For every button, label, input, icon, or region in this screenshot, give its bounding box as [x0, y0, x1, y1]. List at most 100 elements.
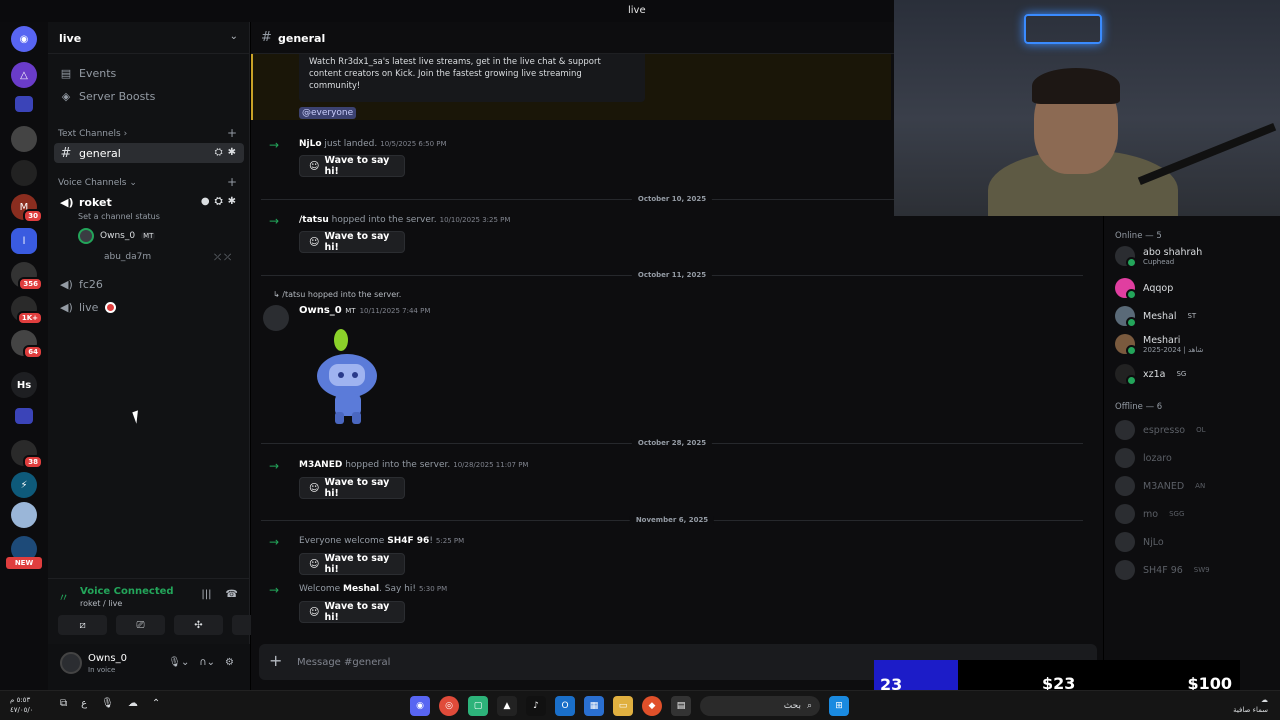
member-item[interactable]: mo SGG — [1115, 504, 1184, 524]
screen-share-button[interactable]: ⎚ — [116, 615, 165, 635]
wave-button[interactable]: ☺ Wave to say hi! — [299, 553, 405, 575]
invite-icon[interactable]: ⛭ — [215, 147, 223, 158]
server-hs[interactable]: Hs — [11, 372, 37, 398]
add-channel-icon[interactable]: + — [227, 126, 237, 140]
file-explorer-icon[interactable]: ▭ — [613, 696, 633, 716]
voice-user[interactable]: Owns_0 MT — [78, 228, 156, 244]
wave-button[interactable]: ☺ Wave to say hi! — [299, 477, 405, 499]
sidebar-item-events[interactable]: ▤ Events — [54, 63, 244, 83]
display-icon[interactable]: ⧉ — [60, 698, 67, 709]
voice-user-name: abu_da7m — [104, 252, 152, 262]
app-icon-gray[interactable]: ▤ — [671, 696, 691, 716]
tiktok-app-icon[interactable]: ♪ — [526, 696, 546, 716]
hash-icon: # — [261, 30, 272, 45]
avatar[interactable] — [60, 652, 82, 674]
discord-app-icon[interactable]: ◉ — [410, 696, 430, 716]
text-channels-category[interactable]: Text Channels › — [58, 129, 127, 139]
voice-location[interactable]: roket / live — [80, 599, 122, 608]
headphones-icon[interactable]: ∩⌄ — [199, 657, 215, 668]
folder-icon-2[interactable] — [15, 408, 33, 424]
server-icon-1[interactable]: △ — [11, 62, 37, 88]
author-name[interactable]: Owns_0 — [299, 305, 342, 316]
discord-home-icon[interactable]: ◉ — [11, 26, 37, 52]
member-item[interactable]: Aqqop — [1115, 278, 1173, 300]
reply-reference[interactable]: ↳ /tatsu hopped into the server. — [273, 290, 401, 299]
disconnect-icon[interactable]: ☎ — [226, 589, 238, 600]
outlook-app-icon[interactable]: O — [555, 696, 575, 716]
invite-icon[interactable]: ⛭ — [215, 196, 223, 207]
everyone-mention[interactable]: @everyone — [299, 107, 357, 119]
message-user[interactable]: Meshal — [343, 584, 379, 594]
voice-channel-live[interactable]: ◀) live — [54, 297, 244, 317]
input-language[interactable]: ع — [81, 698, 87, 709]
chat-icon[interactable]: ● — [201, 196, 210, 207]
camera-button[interactable]: ⧄ — [58, 615, 107, 635]
wave-button[interactable]: ☺ Wave to say hi! — [299, 155, 405, 177]
message-user[interactable]: SH4F 96 — [387, 536, 429, 546]
activities-button[interactable]: ✣ — [174, 615, 223, 635]
muted-deafened-icon: ⤫ ⤫ — [214, 253, 232, 263]
server-icon-3[interactable] — [11, 160, 37, 186]
folder-icon[interactable] — [15, 96, 33, 112]
wave-label: Wave to say hi! — [324, 477, 390, 499]
server-header[interactable]: live ⌄ — [48, 22, 250, 54]
microphone-icon[interactable]: 🎙︎⌄ — [168, 657, 189, 668]
member-item[interactable]: M3ANED AN — [1115, 476, 1205, 496]
add-voice-channel-icon[interactable]: + — [227, 175, 237, 189]
cloud-icon[interactable]: ☁ — [128, 698, 138, 709]
server-icon-2[interactable] — [11, 126, 37, 152]
member-item[interactable]: espresso OL — [1115, 420, 1206, 440]
voice-channels-category[interactable]: Voice Channels ⌄ — [58, 178, 137, 188]
gear-icon[interactable]: ⚙ — [225, 657, 234, 668]
taskbar-clock[interactable]: ٥:٥٣ م ٤٧/٠٥/٠ — [10, 695, 34, 715]
sidebar-item-boosts[interactable]: ◈ Server Boosts — [54, 86, 244, 106]
user-name[interactable]: Owns_0 — [88, 653, 127, 664]
add-attachment-icon[interactable]: + — [269, 651, 282, 670]
server-icon-8[interactable]: 64 — [11, 330, 43, 359]
chevron-up-icon[interactable]: ⌃ — [152, 698, 160, 709]
store-app-icon[interactable]: ▦ — [584, 696, 604, 716]
message-user[interactable]: /tatsu — [299, 215, 329, 225]
soundboard-icon[interactable]: ||| — [201, 589, 211, 600]
gear-icon[interactable]: ✱ — [228, 147, 236, 158]
member-item[interactable]: lozaro — [1115, 448, 1172, 468]
channel-status-hint[interactable]: Set a channel status — [78, 212, 160, 221]
message-input[interactable] — [297, 653, 857, 671]
app-icon-green[interactable]: ▢ — [468, 696, 488, 716]
windows-start-icon[interactable]: ⊞ — [829, 696, 849, 716]
weather-widget[interactable]: ☁ سماء صافية — [1233, 695, 1268, 715]
voice-connected-status[interactable]: Voice Connected — [80, 586, 174, 597]
server-icon-4[interactable]: M 30 — [11, 194, 43, 223]
taskbar-search[interactable]: بحث ⌕ — [700, 696, 820, 716]
search-icon: ⌕ — [806, 701, 812, 711]
message-user[interactable]: NjLo — [299, 139, 322, 149]
server-icon-9[interactable]: 38 — [11, 440, 43, 469]
wave-button[interactable]: ☺ Wave to say hi! — [299, 601, 405, 623]
member-item[interactable]: abo shahrah Cuphead — [1115, 246, 1202, 268]
wave-sticker-icon: ☺ — [309, 606, 320, 618]
app-icon-dark[interactable]: ▲ — [497, 696, 517, 716]
member-item[interactable]: Meshal ST — [1115, 306, 1196, 328]
gear-icon[interactable]: ✱ — [228, 196, 236, 207]
voice-user[interactable]: abu_da7m — [104, 252, 151, 262]
message-time: 10/28/2025 11:07 PM — [453, 461, 529, 469]
member-item[interactable]: SH4F 96 SW9 — [1115, 560, 1210, 580]
server-icon-11[interactable] — [11, 502, 37, 528]
server-icon-5[interactable]: l — [11, 228, 37, 254]
message-user[interactable]: M3ANED — [299, 460, 342, 470]
microphone-icon[interactable]: 🎙︎ — [101, 698, 114, 709]
chrome-app-icon[interactable]: ◎ — [439, 696, 459, 716]
member-item[interactable]: NjLo — [1115, 532, 1164, 552]
server-icon-7[interactable]: 1K+ — [11, 296, 43, 325]
voice-channel-roket[interactable]: ◀) roket ● ⛭ ✱ — [54, 192, 244, 212]
channel-general[interactable]: # general ⛭ ✱ — [54, 143, 244, 163]
wave-button[interactable]: ☺ Wave to say hi! — [299, 231, 405, 253]
avatar[interactable] — [263, 305, 289, 331]
screen-share-icon: ⎚ — [136, 619, 145, 631]
voice-channel-fc26[interactable]: ◀) fc26 — [54, 274, 244, 294]
member-item[interactable]: Meshari 2025-2024 | شاهد — [1115, 334, 1203, 356]
server-icon-10[interactable]: ⚡ — [11, 472, 37, 498]
brave-app-icon[interactable]: ◆ — [642, 696, 662, 716]
server-icon-6[interactable]: 356 — [11, 262, 43, 291]
member-item[interactable]: xz1a SG — [1115, 364, 1186, 386]
